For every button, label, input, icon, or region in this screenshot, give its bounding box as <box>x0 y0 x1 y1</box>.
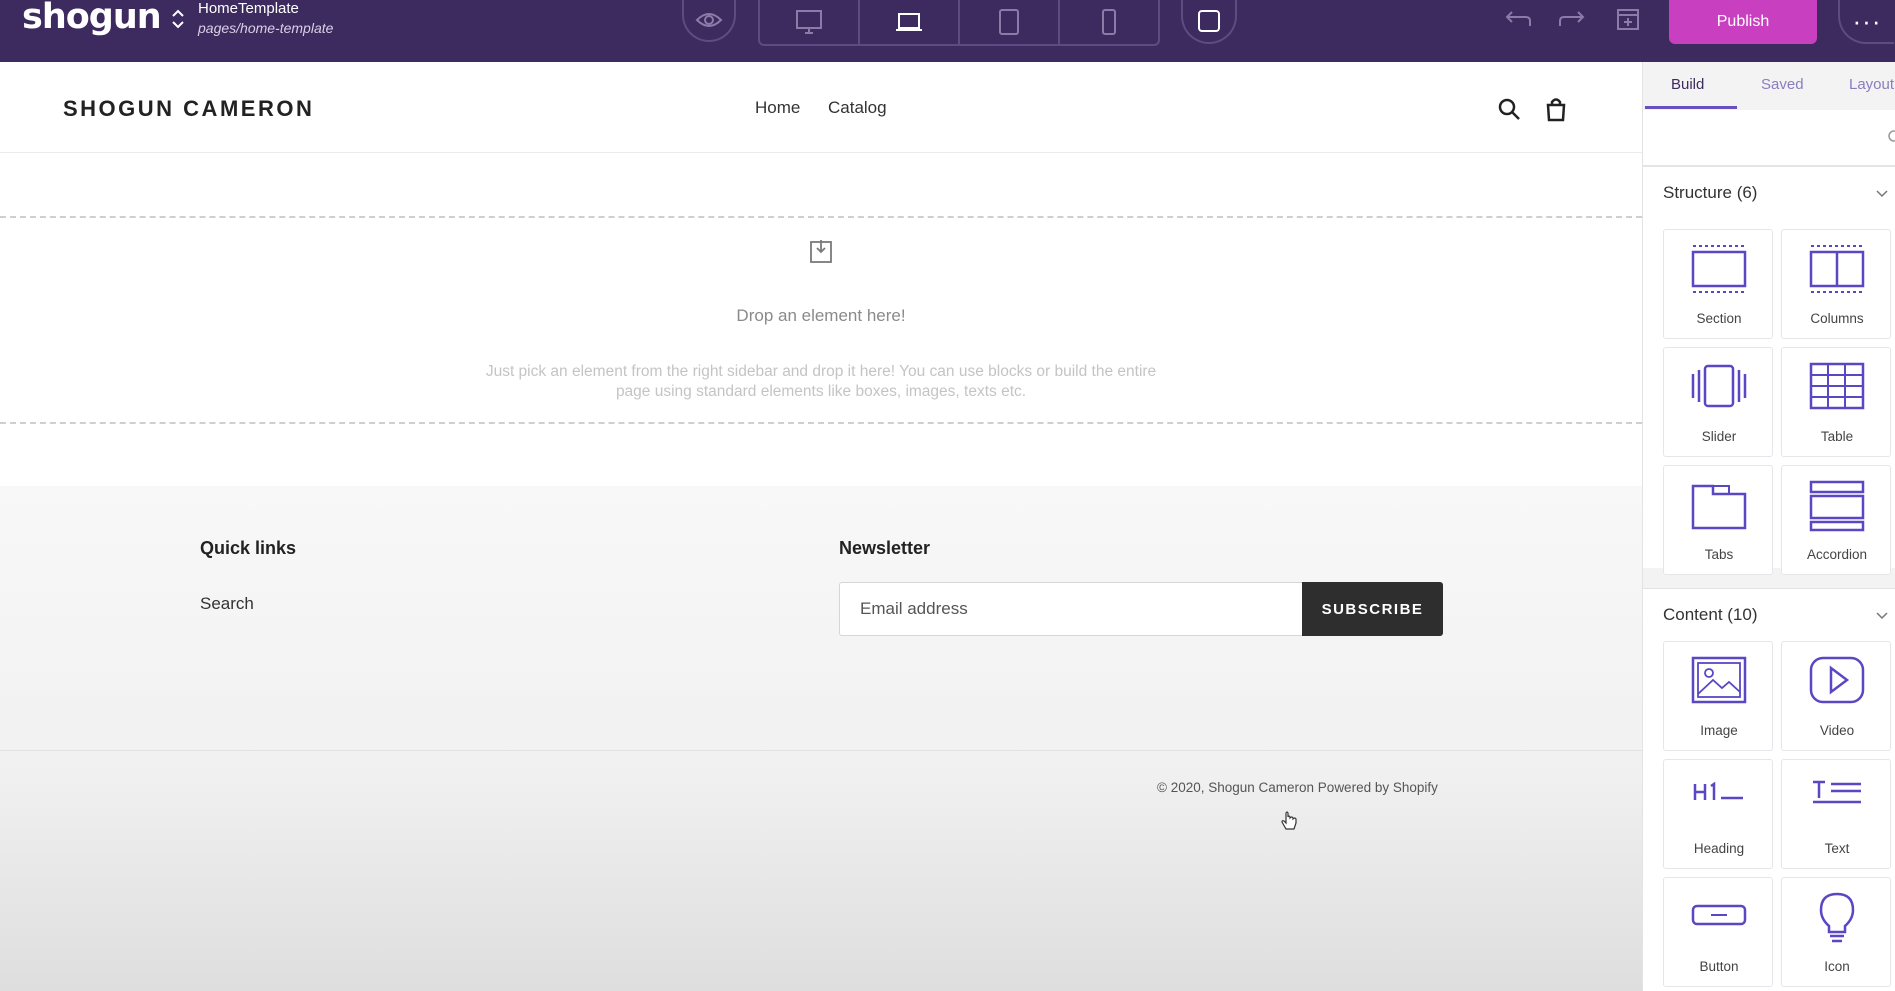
device-switcher <box>758 0 1160 46</box>
footer-search-link[interactable]: Search <box>200 594 254 614</box>
fullscreen-icon <box>1198 10 1220 32</box>
element-label: Section <box>1696 311 1742 326</box>
element-label: Text <box>1824 841 1850 856</box>
cart-icon[interactable] <box>1543 96 1569 122</box>
mobile-view-button[interactable] <box>1060 0 1158 44</box>
tab-build[interactable]: Build <box>1671 76 1704 93</box>
element-label: Button <box>1699 959 1739 974</box>
store-title[interactable]: SHOGUN CAMERON <box>63 96 314 122</box>
element-label: Icon <box>1824 959 1850 974</box>
table-icon <box>1809 362 1865 410</box>
newsletter-heading: Newsletter <box>839 538 931 558</box>
element-label: Columns <box>1810 311 1864 326</box>
page-canvas: SHOGUN CAMERON Home Catalog Drop an elem… <box>0 62 1642 991</box>
template-path: pages/home-template <box>198 20 334 36</box>
tablet-icon <box>999 9 1019 35</box>
element-label: Heading <box>1693 841 1745 856</box>
slider-icon <box>1691 364 1747 408</box>
chevron-down-icon[interactable] <box>1874 607 1890 623</box>
eye-icon <box>695 13 723 27</box>
element-slider[interactable]: Slider <box>1663 347 1773 457</box>
chevron-down-icon[interactable] <box>1874 185 1890 201</box>
tab-layout[interactable]: Layout <box>1849 76 1894 93</box>
copyright-text: © 2020, Shogun Cameron Powered by Shopif… <box>1157 780 1438 795</box>
redo-icon <box>1559 11 1585 26</box>
laptop-view-button[interactable] <box>860 0 960 44</box>
laptop-icon <box>896 13 922 31</box>
history-button[interactable] <box>1612 4 1644 34</box>
hand-cursor-icon <box>1281 811 1297 830</box>
sidebar-tabs: Build Saved Layout <box>1643 62 1895 110</box>
element-label: Table <box>1820 429 1854 444</box>
element-label: Video <box>1819 723 1855 738</box>
element-label: Slider <box>1701 429 1737 444</box>
element-table[interactable]: Table <box>1781 347 1891 457</box>
accordion-icon <box>1809 480 1865 532</box>
shogun-logo: shogun <box>22 0 162 37</box>
element-video[interactable]: Video <box>1781 641 1891 751</box>
editor-topbar: shogun HomeTemplate pages/home-template <box>0 0 1895 62</box>
element-label: Tabs <box>1704 547 1734 562</box>
element-heading[interactable]: Heading <box>1663 759 1773 869</box>
undo-button[interactable] <box>1502 4 1534 34</box>
element-button[interactable]: Button <box>1663 877 1773 987</box>
drop-zone[interactable]: Drop an element here! Just pick an eleme… <box>0 216 1642 424</box>
content-heading[interactable]: Content (10) <box>1663 605 1758 625</box>
structure-section: Structure (6) Section Columns Slider Tab… <box>1643 166 1895 575</box>
element-label: Accordion <box>1806 547 1868 562</box>
subscribe-button[interactable]: SUBSCRIBE <box>1302 582 1443 636</box>
active-tab-indicator <box>1645 106 1737 109</box>
desktop-view-button[interactable] <box>760 0 860 44</box>
nav-home-link[interactable]: Home <box>755 98 800 118</box>
element-columns[interactable]: Columns <box>1781 229 1891 339</box>
template-name[interactable]: HomeTemplate <box>198 0 299 17</box>
element-accordion[interactable]: Accordion <box>1781 465 1891 575</box>
elements-sidebar: Build Saved Layout Structure (6) Section <box>1642 62 1895 991</box>
footer-divider <box>0 750 1642 751</box>
element-section[interactable]: Section <box>1663 229 1773 339</box>
element-text[interactable]: Text <box>1781 759 1891 869</box>
search-icon[interactable] <box>1496 96 1522 122</box>
nav-catalog-link[interactable]: Catalog <box>828 98 887 118</box>
element-tabs[interactable]: Tabs <box>1663 465 1773 575</box>
more-options-button[interactable]: ··· <box>1838 0 1894 44</box>
columns-icon <box>1809 245 1865 293</box>
video-icon <box>1809 656 1865 704</box>
section-icon <box>1691 245 1747 293</box>
drop-zone-title: Drop an element here! <box>736 306 906 325</box>
undo-icon <box>1505 11 1531 26</box>
header-divider <box>0 152 1642 153</box>
history-icon <box>1617 9 1639 30</box>
structure-heading[interactable]: Structure (6) <box>1663 183 1757 203</box>
tablet-view-button[interactable] <box>960 0 1060 44</box>
image-icon <box>1691 656 1747 704</box>
element-label: Image <box>1700 723 1738 738</box>
tabs-icon <box>1691 484 1747 530</box>
tab-saved[interactable]: Saved <box>1761 76 1804 93</box>
redo-button[interactable] <box>1556 4 1588 34</box>
store-footer: Quick links Search Newsletter Email addr… <box>0 486 1642 991</box>
element-icon[interactable]: Icon <box>1781 877 1891 987</box>
button-icon <box>1691 904 1747 926</box>
publish-button[interactable]: Publish <box>1669 0 1817 44</box>
lightbulb-icon <box>1819 892 1855 943</box>
sidebar-search-icon <box>1888 130 1895 142</box>
heading-icon <box>1693 781 1743 800</box>
mobile-icon <box>1102 9 1116 35</box>
quick-links-heading: Quick links <box>200 538 297 558</box>
email-input[interactable]: Email address <box>839 582 1303 636</box>
desktop-icon <box>796 10 822 34</box>
drop-zone-description: Just pick an element from the right side… <box>485 363 1157 400</box>
template-switch-icon[interactable] <box>170 6 186 32</box>
fullscreen-button[interactable] <box>1181 0 1237 44</box>
element-image[interactable]: Image <box>1663 641 1773 751</box>
drop-download-icon <box>810 240 832 263</box>
preview-button[interactable] <box>682 0 736 42</box>
content-section: Content (10) Image Video Heading Text Bu… <box>1643 588 1895 991</box>
text-icon <box>1813 780 1861 804</box>
sidebar-search[interactable] <box>1643 110 1895 166</box>
